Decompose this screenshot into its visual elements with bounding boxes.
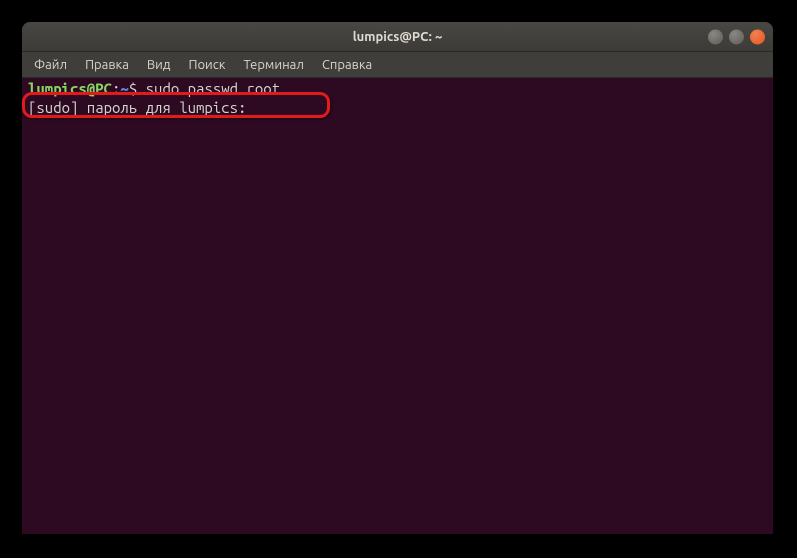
sudo-prompt: [sudo] пароль для lumpics: [28, 99, 255, 116]
prompt-line: lumpics@PC:~$ sudo passwd root [28, 80, 767, 99]
menu-search[interactable]: Поиск [180, 55, 233, 75]
command-text [137, 80, 145, 97]
menu-edit[interactable]: Правка [77, 55, 137, 75]
menu-terminal[interactable]: Терминал [235, 55, 311, 75]
prompt-symbol: $ [129, 80, 137, 97]
menu-help[interactable]: Справка [314, 55, 380, 75]
prompt-path: ~ [120, 80, 128, 97]
prompt-user-host: lumpics@PC [28, 80, 112, 97]
terminal-area[interactable]: lumpics@PC:~$ sudo passwd root [sudo] па… [22, 78, 773, 534]
close-button[interactable] [750, 29, 765, 44]
menu-view[interactable]: Вид [139, 55, 179, 75]
menu-file[interactable]: Файл [26, 55, 75, 75]
minimize-button[interactable] [708, 29, 723, 44]
menubar: Файл Правка Вид Поиск Терминал Справка [22, 52, 773, 78]
maximize-button[interactable] [729, 29, 744, 44]
titlebar: lumpics@PC: ~ [22, 22, 773, 52]
output-line: [sudo] пароль для lumpics: [28, 99, 767, 118]
window-title: lumpics@PC: ~ [353, 30, 443, 44]
entered-command: sudo passwd root [146, 80, 280, 97]
window-controls [708, 29, 765, 44]
terminal-window: lumpics@PC: ~ Файл Правка Вид Поиск Терм… [22, 22, 773, 534]
